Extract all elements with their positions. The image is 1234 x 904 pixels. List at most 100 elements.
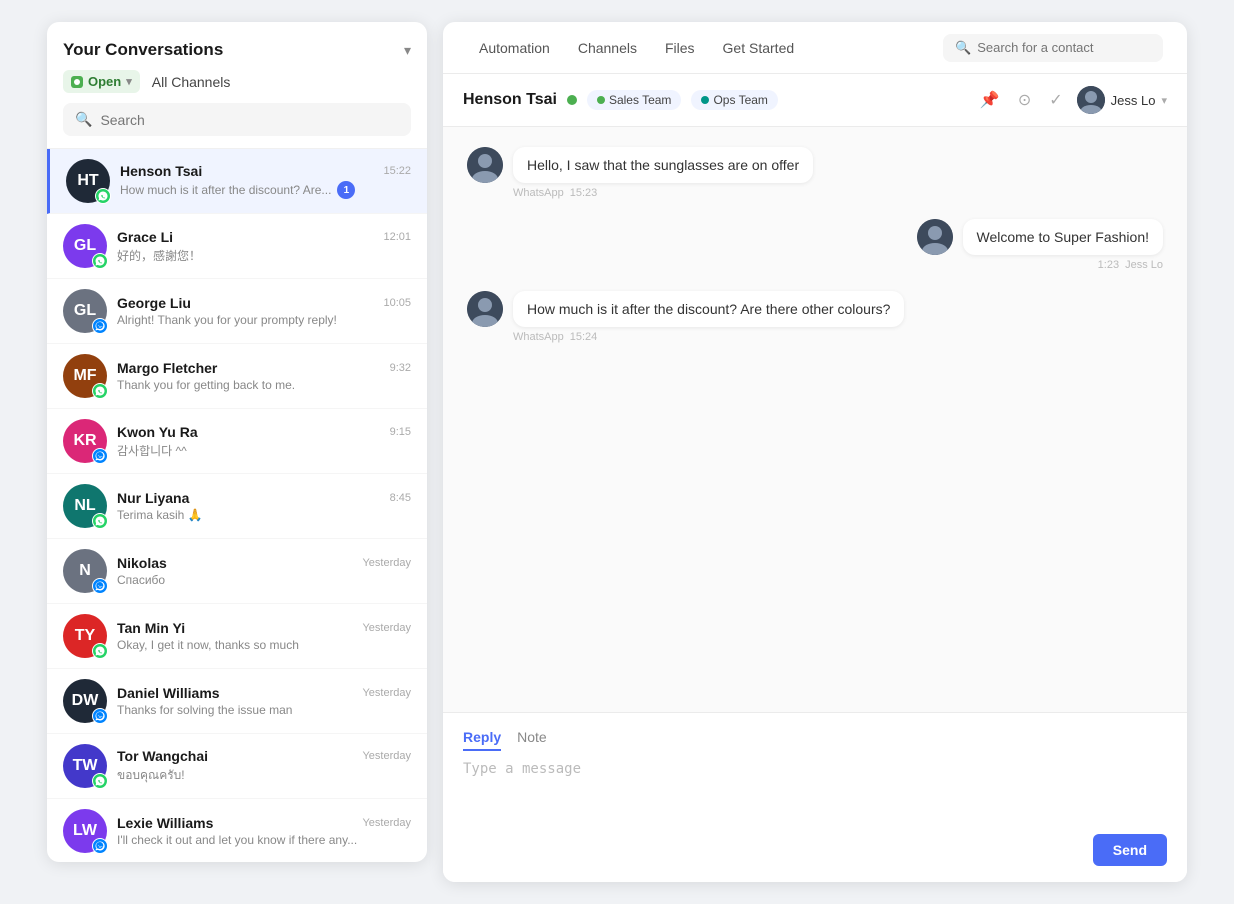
pin-icon[interactable]: 📌 — [976, 86, 1004, 114]
conv-name: George Liu — [117, 295, 191, 311]
conv-name: Tan Min Yi — [117, 620, 185, 636]
agent-selector[interactable]: Jess Lo ▾ — [1077, 86, 1167, 114]
conversation-item[interactable]: N Nikolas Yesterday Спасибо — [47, 539, 427, 604]
conv-time: Yesterday — [362, 622, 411, 634]
chat-contact-name: Henson Tsai — [463, 91, 557, 109]
conversation-item[interactable]: MF Margo Fletcher 9:32 Thank you for get… — [47, 344, 427, 409]
conv-time: Yesterday — [362, 750, 411, 762]
conversation-item[interactable]: LW Lexie Williams Yesterday I'll check i… — [47, 799, 427, 862]
message-avatar — [467, 291, 503, 327]
message-bubble: Hello, I saw that the sunglasses are on … — [513, 147, 813, 183]
conv-preview: Terima kasih 🙏 — [117, 508, 411, 522]
message-meta: WhatsApp 15:24 — [513, 331, 904, 343]
nav-search-bar: 🔍 — [943, 34, 1163, 62]
check-icon[interactable]: ✓ — [1045, 86, 1066, 114]
conversation-item[interactable]: TY Tan Min Yi Yesterday Okay, I get it n… — [47, 604, 427, 669]
conv-info: Nikolas Yesterday Спасибо — [117, 555, 411, 587]
conversation-item[interactable]: HT Henson Tsai 15:22 How much is it afte… — [47, 149, 427, 214]
avatar-wrap: KR — [63, 419, 107, 463]
conv-preview: Thanks for solving the issue man — [117, 703, 411, 717]
nav-item-channels[interactable]: Channels — [566, 32, 649, 64]
tab-note[interactable]: Note — [517, 729, 547, 751]
conv-info: Tan Min Yi Yesterday Okay, I get it now,… — [117, 620, 411, 652]
avatar-wrap: DW — [63, 679, 107, 723]
channel-badge — [92, 513, 108, 529]
conv-name: Nikolas — [117, 555, 167, 571]
send-button[interactable]: Send — [1093, 834, 1167, 866]
message-meta: WhatsApp 15:23 — [513, 187, 813, 199]
filter-status-badge[interactable]: Open ▾ — [63, 70, 140, 93]
conv-name: Grace Li — [117, 229, 173, 245]
reply-input[interactable] — [463, 761, 1167, 821]
message-channel: WhatsApp — [513, 331, 564, 343]
message-bubble: How much is it after the discount? Are t… — [513, 291, 904, 327]
channel-badge — [92, 383, 108, 399]
conv-preview: 好的，感謝您！ — [117, 247, 411, 264]
conv-name: Lexie Williams — [117, 815, 213, 831]
conv-time: 15:22 — [383, 165, 411, 177]
conv-time: Yesterday — [362, 817, 411, 829]
conv-preview: Thank you for getting back to me. — [117, 378, 411, 392]
conv-name: Daniel Williams — [117, 685, 220, 701]
panel-title: Your Conversations — [63, 40, 223, 60]
message-row: Welcome to Super Fashion! 1:23 Jess Lo — [467, 219, 1163, 271]
chat-header: Henson Tsai Sales Team Ops Team 📌 ⊙ ✓ Je… — [443, 74, 1187, 127]
right-panel: Automation Channels Files Get Started 🔍 … — [443, 22, 1187, 882]
message-content: Hello, I saw that the sunglasses are on … — [513, 147, 813, 199]
conv-info: Tor Wangchai Yesterday ขอบคุณครับ! — [117, 748, 411, 785]
top-nav: Automation Channels Files Get Started 🔍 — [443, 22, 1187, 74]
nav-item-get-started[interactable]: Get Started — [711, 32, 807, 64]
conversation-item[interactable]: DW Daniel Williams Yesterday Thanks for … — [47, 669, 427, 734]
message-channel: WhatsApp — [513, 187, 564, 199]
message-bubble: Welcome to Super Fashion! — [963, 219, 1164, 255]
chevron-down-icon: ▾ — [404, 42, 411, 59]
agent-message-avatar — [917, 219, 953, 255]
message-time: 1:23 — [1098, 259, 1119, 271]
nav-item-files[interactable]: Files — [653, 32, 707, 64]
channel-badge — [92, 838, 108, 854]
settings-icon[interactable]: ⊙ — [1014, 86, 1035, 114]
avatar-wrap: NL — [63, 484, 107, 528]
conv-time: 8:45 — [390, 492, 411, 504]
conv-time: Yesterday — [362, 687, 411, 699]
channel-badge — [92, 578, 108, 594]
open-status-icon — [71, 76, 83, 88]
conv-info: Kwon Yu Ra 9:15 감사합니다 ^^ — [117, 424, 411, 459]
agent-chevron-icon: ▾ — [1161, 94, 1167, 107]
sales-team-badge[interactable]: Sales Team — [587, 90, 681, 110]
nav-search-input[interactable] — [977, 40, 1151, 55]
conversation-item[interactable]: NL Nur Liyana 8:45 Terima kasih 🙏 — [47, 474, 427, 539]
conversation-item[interactable]: TW Tor Wangchai Yesterday ขอบคุณครับ! — [47, 734, 427, 799]
conv-info: Lexie Williams Yesterday I'll check it o… — [117, 815, 411, 847]
nav-search-icon: 🔍 — [955, 40, 971, 56]
reply-tabs: Reply Note — [463, 729, 1167, 751]
tab-reply[interactable]: Reply — [463, 729, 501, 751]
conversation-item[interactable]: GL Grace Li 12:01 好的，感謝您！ — [47, 214, 427, 279]
agent-name: Jess Lo — [1111, 93, 1156, 108]
ops-team-badge[interactable]: Ops Team — [691, 90, 777, 110]
reply-area: Reply Note Send — [443, 712, 1187, 882]
conv-time: 9:15 — [390, 426, 411, 438]
conv-preview: Спасибо — [117, 573, 411, 587]
conv-name: Tor Wangchai — [117, 748, 208, 764]
conv-time: 9:32 — [390, 362, 411, 374]
conversation-item[interactable]: GL George Liu 10:05 Alright! Thank you f… — [47, 279, 427, 344]
conv-preview: Okay, I get it now, thanks so much — [117, 638, 411, 652]
unread-badge: 1 — [337, 181, 355, 199]
message-agent: Jess Lo — [1125, 259, 1163, 271]
message-time: 15:23 — [570, 187, 598, 199]
conv-name: Henson Tsai — [120, 163, 202, 179]
header-actions: 📌 ⊙ ✓ Jess Lo ▾ — [976, 86, 1167, 114]
search-input[interactable] — [100, 112, 399, 128]
panel-header: Your Conversations ▾ Open ▾ All Channels… — [47, 22, 427, 149]
conversation-item[interactable]: KR Kwon Yu Ra 9:15 감사합니다 ^^ — [47, 409, 427, 474]
avatar-wrap: MF — [63, 354, 107, 398]
conv-preview: Alright! Thank you for your prompty repl… — [117, 313, 411, 327]
channel-badge — [92, 253, 108, 269]
channel-badge — [92, 643, 108, 659]
all-channels-filter[interactable]: All Channels — [152, 74, 231, 90]
channel-badge — [92, 708, 108, 724]
nav-item-automation[interactable]: Automation — [467, 32, 562, 64]
search-bar: 🔍 — [63, 103, 411, 136]
filter-chevron-icon: ▾ — [126, 75, 132, 88]
